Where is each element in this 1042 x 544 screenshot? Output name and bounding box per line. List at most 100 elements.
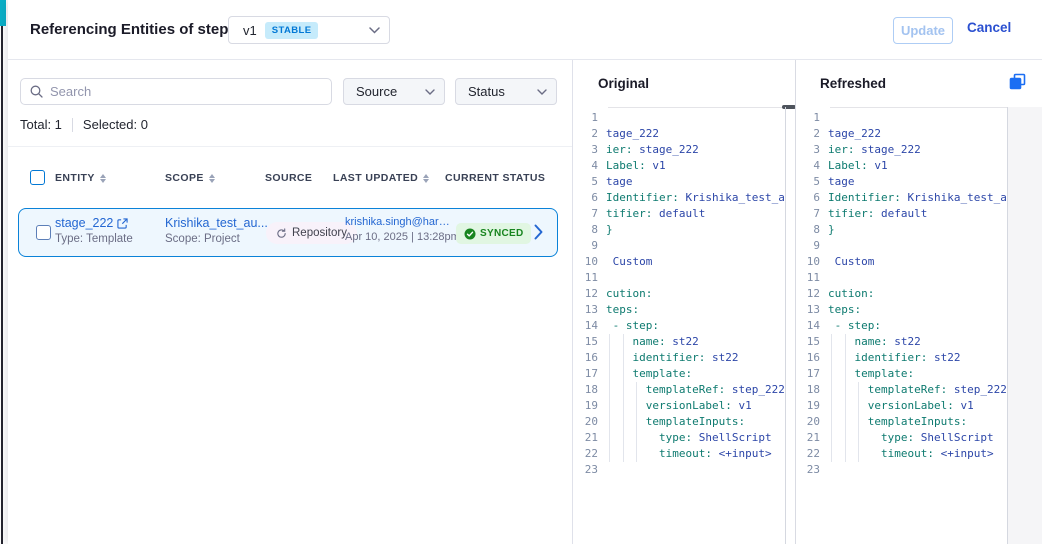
code-line: 14 - step: bbox=[800, 318, 1007, 334]
source-badge-label: Repository bbox=[292, 227, 347, 239]
copy-icon bbox=[1009, 73, 1026, 90]
indent-guide bbox=[623, 334, 624, 350]
update-button[interactable]: Update bbox=[893, 17, 953, 44]
sort-icon[interactable] bbox=[209, 174, 215, 183]
sort-icon[interactable] bbox=[100, 174, 106, 183]
code-line: 21 type: ShellScript bbox=[578, 430, 785, 446]
line-number: 12 bbox=[800, 286, 820, 302]
code-line: 23 bbox=[578, 462, 785, 478]
code-line: 14 - step: bbox=[578, 318, 785, 334]
indent-guide bbox=[858, 446, 859, 462]
code-line: 4Label: v1 bbox=[578, 158, 785, 174]
original-panel-title: Original bbox=[598, 76, 649, 91]
scope-link[interactable]: Krishika_test_au... bbox=[165, 216, 268, 230]
updated-at: Apr 10, 2025 | 13:28pm bbox=[345, 231, 455, 243]
code-line: 13teps: bbox=[800, 302, 1007, 318]
code-line: 11 bbox=[800, 270, 1007, 286]
line-number: 19 bbox=[578, 398, 598, 414]
line-number: 15 bbox=[800, 334, 820, 350]
line-number: 2 bbox=[578, 126, 598, 142]
code-line: 10 Custom bbox=[800, 254, 1007, 270]
indent-guide bbox=[831, 398, 832, 414]
indent-guide bbox=[636, 398, 637, 414]
indent-guide bbox=[831, 446, 832, 462]
code-line: 18 templateRef: step_222 bbox=[578, 382, 785, 398]
indent-guide bbox=[609, 430, 610, 446]
code-line: 1 bbox=[800, 110, 1007, 126]
refreshed-panel: Refreshed 12tage_2223ier: stage_2224Labe… bbox=[800, 60, 1042, 544]
status-filter-label: Status bbox=[468, 84, 505, 99]
code-line: 5tage bbox=[800, 174, 1007, 190]
line-number: 5 bbox=[800, 174, 820, 190]
line-number: 7 bbox=[800, 206, 820, 222]
referencing-entities-modal: Referencing Entities of step_222 v1 STAB… bbox=[8, 0, 1042, 544]
indent-guide bbox=[623, 350, 624, 366]
status-filter-dropdown[interactable]: Status bbox=[455, 78, 557, 105]
indent-guide bbox=[609, 350, 610, 366]
code-line: 16 identifier: st22 bbox=[800, 350, 1007, 366]
indent-guide bbox=[831, 414, 832, 430]
external-link-icon[interactable] bbox=[117, 218, 128, 229]
line-number: 3 bbox=[800, 142, 820, 158]
original-code-editor[interactable]: 12tage_2223ier: stage_2224Label: v15tage… bbox=[578, 110, 785, 544]
line-number: 21 bbox=[578, 430, 598, 446]
indent-guide bbox=[845, 430, 846, 446]
repository-icon bbox=[276, 228, 287, 239]
version-select[interactable]: v1 STABLE bbox=[228, 16, 390, 44]
line-number: 10 bbox=[578, 254, 598, 270]
totals-divider bbox=[72, 118, 73, 132]
entity-link[interactable]: stage_222 bbox=[55, 216, 113, 230]
diff-pane: Original 12tage_2223ier: stage_2224Label… bbox=[573, 60, 1042, 544]
code-line: 17 template: bbox=[578, 366, 785, 382]
code-line: 2tage_222 bbox=[578, 126, 785, 142]
line-number: 1 bbox=[800, 110, 820, 126]
line-number: 4 bbox=[578, 158, 598, 174]
chevron-down-icon bbox=[537, 89, 547, 95]
cancel-button[interactable]: Cancel bbox=[967, 20, 1011, 35]
line-number: 17 bbox=[578, 366, 598, 382]
totals-row: Total: 1 Selected: 0 bbox=[20, 117, 148, 132]
code-line: 20 templateInputs: bbox=[578, 414, 785, 430]
line-number: 16 bbox=[800, 350, 820, 366]
indent-guide bbox=[858, 430, 859, 446]
line-number: 20 bbox=[800, 414, 820, 430]
select-all-checkbox[interactable] bbox=[30, 170, 45, 185]
indent-guide bbox=[831, 382, 832, 398]
line-number: 9 bbox=[800, 238, 820, 254]
column-entity[interactable]: ENTITY bbox=[55, 172, 106, 184]
column-last-updated[interactable]: LAST UPDATED bbox=[333, 172, 429, 184]
copy-button[interactable] bbox=[1009, 73, 1026, 93]
h-scrollbar-track bbox=[608, 107, 785, 108]
updated-by-link[interactable]: krishika.singh@harnes... bbox=[345, 216, 453, 228]
code-right-edge bbox=[785, 107, 786, 544]
chevron-right-icon[interactable] bbox=[534, 224, 543, 240]
background-edge-line bbox=[1, 26, 3, 544]
source-filter-dropdown[interactable]: Source bbox=[343, 78, 445, 105]
indent-guide bbox=[636, 446, 637, 462]
search-input[interactable] bbox=[50, 84, 331, 99]
status-badge-label: SYNCED bbox=[480, 228, 523, 239]
code-line: 12cution: bbox=[800, 286, 1007, 302]
row-checkbox[interactable] bbox=[36, 225, 51, 240]
indent-guide bbox=[623, 398, 624, 414]
indent-guide bbox=[845, 382, 846, 398]
indent-guide bbox=[609, 382, 610, 398]
column-scope[interactable]: SCOPE bbox=[165, 172, 215, 184]
scope-detail: Scope: Project bbox=[165, 233, 265, 245]
indent-guide bbox=[845, 398, 846, 414]
code-line: 21 type: ShellScript bbox=[800, 430, 1007, 446]
indent-guide bbox=[636, 382, 637, 398]
indent-guide bbox=[831, 430, 832, 446]
source-filter-label: Source bbox=[356, 84, 397, 99]
indent-guide bbox=[636, 430, 637, 446]
version-value: v1 bbox=[243, 23, 257, 38]
modal-header: Referencing Entities of step_222 v1 STAB… bbox=[8, 0, 1042, 60]
indent-guide bbox=[609, 398, 610, 414]
refreshed-code-editor[interactable]: 12tage_2223ier: stage_2224Label: v15tage… bbox=[800, 110, 1007, 544]
indent-guide bbox=[609, 414, 610, 430]
line-number: 23 bbox=[800, 462, 820, 478]
column-source: SOURCE bbox=[265, 172, 312, 184]
sort-icon[interactable] bbox=[423, 174, 429, 183]
table-row[interactable]: stage_222 Type: Template Krishika_test_a… bbox=[18, 208, 558, 257]
line-number: 9 bbox=[578, 238, 598, 254]
